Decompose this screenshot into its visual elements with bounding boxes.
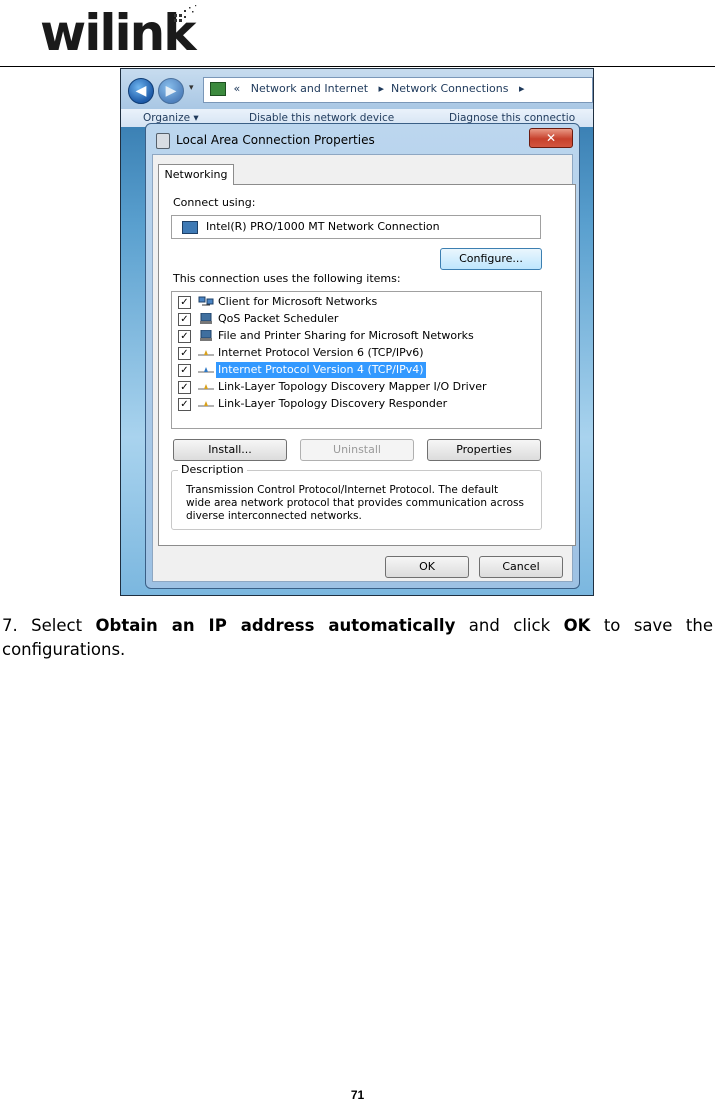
connection-items-list: ✓ Client for Microsoft Networks ✓ QoS Pa… [171,291,542,429]
caption-bold-option: Obtain an IP address automatically [95,616,456,635]
caption-bold-ok: OK [563,616,591,635]
protocol-icon [198,401,214,407]
checkbox[interactable]: ✓ [178,296,191,309]
item-label: QoS Packet Scheduler [218,312,339,325]
chevron-down-icon[interactable]: ▾ [189,83,194,93]
adapter-name: Intel(R) PRO/1000 MT Network Connection [206,220,440,233]
header-divider [0,66,715,67]
item-label: File and Printer Sharing for Microsoft N… [218,329,474,342]
item-label: Internet Protocol Version 6 (TCP/IPv6) [218,346,424,359]
breadcrumb-overflow[interactable]: « [234,82,241,95]
scheduler-icon [200,313,212,324]
wilink-logo: wilink [38,2,198,64]
tab-networking[interactable]: Networking [158,164,234,185]
step-instruction: 7. Select Obtain an IP address automatic… [2,614,713,662]
item-label-selected: Internet Protocol Version 4 (TCP/IPv4) [216,362,426,378]
checkbox[interactable]: ✓ [178,398,191,411]
address-bar[interactable]: « Network and Internet ▸ Network Connect… [203,77,593,103]
protocol-icon [198,350,214,356]
network-card-icon [182,221,198,234]
protocol-icon [198,367,214,373]
checkbox[interactable]: ✓ [178,313,191,326]
items-label: This connection uses the following items… [173,272,401,285]
properties-button[interactable]: Properties [427,439,541,461]
explorer-navigation-bar: ◀ ▶ ▾ « Network and Internet ▸ Network C… [121,69,593,109]
local-area-connection-properties-dialog: Local Area Connection Properties ✕ Netwo… [145,123,580,589]
logo-dots-icon [174,5,197,22]
breadcrumb-network-connections[interactable]: Network Connections [391,82,508,95]
networking-panel: Connect using: Intel(R) PRO/1000 MT Netw… [158,184,576,546]
breadcrumb-network-internet[interactable]: Network and Internet [251,82,368,95]
description-legend: Description [178,463,247,476]
item-label: Link-Layer Topology Discovery Mapper I/O… [218,380,487,393]
caption-middle: and click [455,616,564,635]
uninstall-button[interactable]: Uninstall [300,439,414,461]
page-number: 71 [350,1088,365,1102]
cancel-button[interactable]: Cancel [479,556,563,578]
protocol-icon [198,384,214,390]
caption-prefix: 7. Select [2,616,96,635]
checkbox[interactable]: ✓ [178,364,191,377]
client-network-icon [198,296,214,306]
close-button[interactable]: ✕ [529,128,573,148]
item-label: Client for Microsoft Networks [218,295,378,308]
checkbox[interactable]: ✓ [178,381,191,394]
dialog-body: Networking Connect using: Intel(R) PRO/1… [152,154,576,582]
file-printer-sharing-icon [200,330,212,341]
description-group: Description Transmission Control Protoco… [171,463,542,530]
forward-arrow-icon[interactable]: ▶ [158,78,184,104]
checkbox[interactable]: ✓ [178,347,191,360]
network-adapter-icon [156,133,170,149]
configure-button[interactable]: Configure... [440,248,542,270]
install-button[interactable]: Install... [173,439,287,461]
windows-screenshot: ◀ ▶ ▾ « Network and Internet ▸ Network C… [120,68,594,596]
control-panel-icon [210,82,226,96]
connect-using-label: Connect using: [173,196,256,209]
back-arrow-icon[interactable]: ◀ [128,78,154,104]
checkbox[interactable]: ✓ [178,330,191,343]
item-label: Link-Layer Topology Discovery Responder [218,397,448,410]
adapter-field: Intel(R) PRO/1000 MT Network Connection [171,215,541,239]
ok-button[interactable]: OK [385,556,469,578]
dialog-title: Local Area Connection Properties [176,133,375,147]
description-text: Transmission Control Protocol/Internet P… [186,484,524,522]
